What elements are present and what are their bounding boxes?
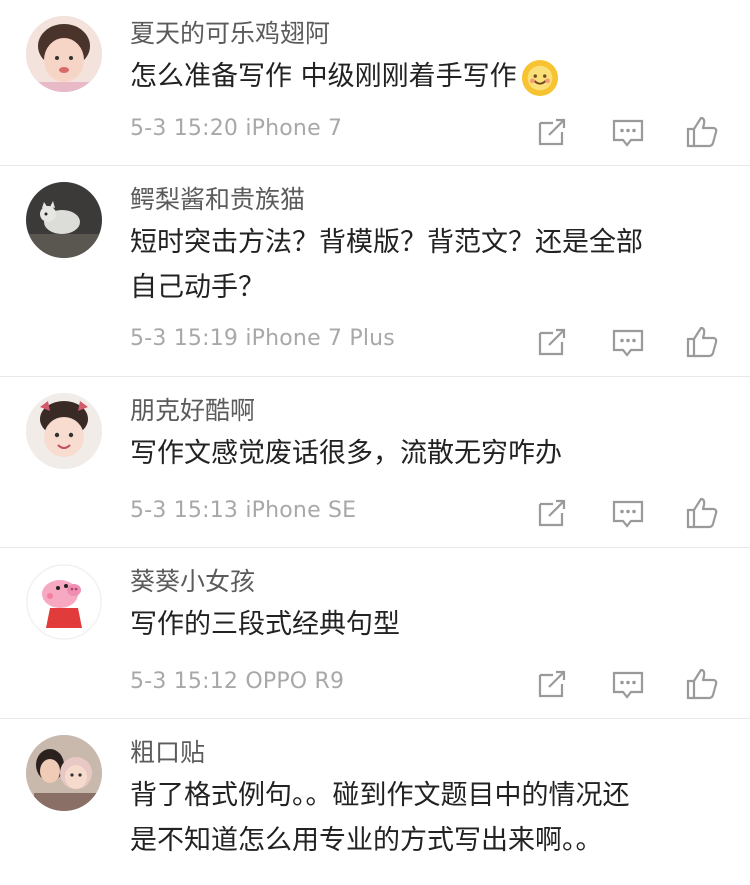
username[interactable]: 葵葵小女孩 [130,562,730,602]
reply-icon[interactable] [610,114,646,150]
reply-icon[interactable] [610,666,646,702]
baby-photo-avatar [26,393,102,469]
comment-device: iPhone 7 [245,116,343,141]
username[interactable]: 夏天的可乐鸡翅阿 [130,14,730,54]
comment-item: 鳄梨酱和贵族猫 短时突击方法？背模版？背范文？还是全部 自己动手？ 5-3 15… [0,166,750,377]
username[interactable]: 朋克好酷啊 [130,391,730,431]
like-icon[interactable] [684,495,720,531]
share-icon[interactable] [534,666,570,702]
comment-text-line: 背了格式例句。。碰到作文题目中的情况还 [130,780,630,811]
like-icon[interactable] [684,324,720,360]
comment-device: iPhone SE [245,498,357,523]
user-avatar[interactable] [26,564,102,640]
cat-photo-avatar [26,182,102,258]
comment-device: iPhone 7 Plus [245,326,395,351]
user-avatar[interactable] [26,393,102,469]
comment-date: 5-3 15:20 [130,116,239,141]
child-photo-avatar [26,16,102,92]
comment-actions [534,324,724,364]
comment-item: 朋克好酷啊 写作文感觉废话很多，流散无穷咋办 5-3 15:13 iPhone … [0,377,750,548]
comment-meta: 5-3 15:12 OPPO R9 [130,669,344,694]
comment-text: 短时突击方法？背模版？背范文？还是全部 自己动手？ [130,220,730,310]
reply-icon[interactable] [610,324,646,360]
comment-text-line: 写作文感觉废话很多，流散无穷咋办 [130,438,562,469]
comment-text: 背了格式例句。。碰到作文题目中的情况还 是不知道怎么用专业的方式写出来啊。。 [130,773,730,863]
username[interactable]: 粗口贴 [130,733,730,773]
comment-text-line: 自己动手？ [130,272,265,303]
comment-actions [534,114,724,154]
smiling-sun-emoji [521,59,558,96]
comment-item: 粗口贴 背了格式例句。。碰到作文题目中的情况还 是不知道怎么用专业的方式写出来啊… [0,719,750,885]
share-icon[interactable] [534,495,570,531]
user-avatar[interactable] [26,16,102,92]
comment-text: 怎么准备写作 中级刚刚着手写作 [130,54,730,99]
comment-meta: 5-3 15:13 iPhone SE [130,498,356,523]
comment-text-line: 短时突击方法？背模版？背范文？还是全部 [130,227,643,258]
comment-date: 5-3 15:13 [130,498,239,523]
like-icon[interactable] [684,114,720,150]
comment-date: 5-3 15:19 [130,326,239,351]
share-icon[interactable] [534,324,570,360]
user-avatar[interactable] [26,182,102,258]
comment-text-line: 是不知道怎么用专业的方式写出来啊。。 [130,825,603,856]
reply-icon[interactable] [610,495,646,531]
comment-text: 写作的三段式经典句型 [130,602,730,647]
pig-cartoon-avatar [26,564,102,640]
comment-date: 5-3 15:12 [130,669,239,694]
comment-device: OPPO R9 [245,669,345,694]
user-avatar[interactable] [26,735,102,811]
comment-meta: 5-3 15:19 iPhone 7 Plus [130,326,395,351]
username[interactable]: 鳄梨酱和贵族猫 [130,180,730,220]
comment-actions [534,495,724,535]
comment-text-line: 写作的三段式经典句型 [130,609,400,640]
like-icon[interactable] [684,666,720,702]
comment-item: 葵葵小女孩 写作的三段式经典句型 5-3 15:12 OPPO R9 [0,548,750,719]
share-icon[interactable] [534,114,570,150]
comment-meta: 5-3 15:20 iPhone 7 [130,116,342,141]
comment-actions [534,666,724,706]
comment-text: 写作文感觉废话很多，流散无穷咋办 [130,431,730,476]
mother-child-photo-avatar [26,735,102,811]
comment-item: 夏天的可乐鸡翅阿 怎么准备写作 中级刚刚着手写作 5-3 15:20 iPhon… [0,0,750,166]
